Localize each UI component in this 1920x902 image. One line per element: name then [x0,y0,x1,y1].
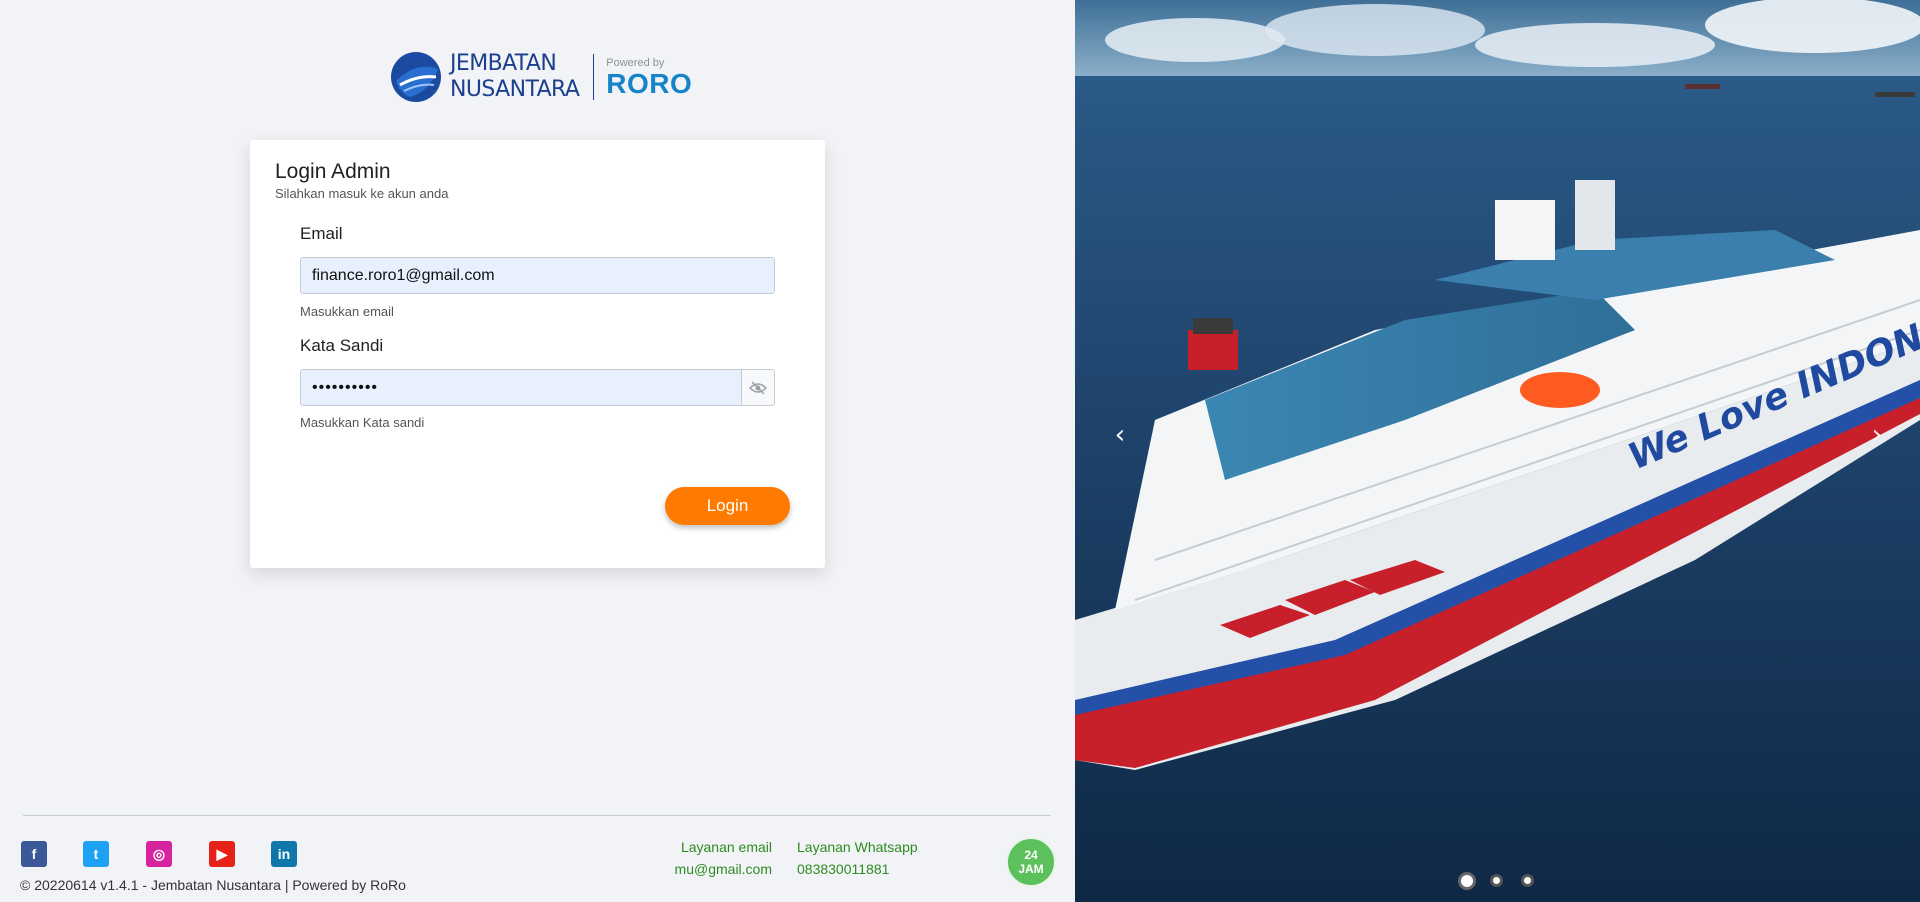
footer-divider [23,815,1051,816]
brand-line-2: NUSANTARA [450,77,580,102]
youtube-glyph: ▶ [216,845,228,862]
carousel-next-button[interactable]: › [1862,420,1892,450]
brand-line-1: JEMBATAN [450,51,557,76]
powered-by: Powered by RORO [606,57,692,98]
login-button[interactable]: Login [665,487,790,525]
whatsapp-service-label: Layanan Whatsapp [797,839,918,855]
login-panel: JEMBATAN NUSANTARA Powered by RORO Login… [0,0,1075,902]
roro-logo: RORO [606,67,693,99]
copyright-text: © 20220614 v1.4.1 - Jembatan Nusantara |… [20,877,406,893]
email-field[interactable]: finance.roro1@gmail.com [300,257,775,294]
facebook-glyph: f [31,846,37,862]
ship-photo: We Love INDONESIA [1075,0,1920,902]
whatsapp-service: Layanan Whatsapp 083830011881 [797,836,918,880]
carousel-prev-button[interactable]: ‹ [1105,420,1135,450]
badge-hours: 24 [1024,848,1038,862]
login-card: Login Admin Silahkan masuk ke akun anda … [250,140,825,568]
facebook-icon[interactable]: f [21,841,47,867]
linkedin-icon[interactable]: in [271,841,297,867]
brand-divider [593,54,595,100]
carousel-indicator-3[interactable] [1521,874,1534,887]
login-subtitle: Silahkan masuk ke akun anda [275,186,449,201]
password-label: Kata Sandi [300,336,384,355]
login-title: Login Admin [275,160,391,183]
email-service-label: Layanan email [680,839,772,855]
twitter-icon[interactable]: t [83,841,109,867]
carousel-indicator-1[interactable] [1458,872,1476,890]
whatsapp-service-link[interactable]: 083830011881 [797,861,889,877]
badge-unit: JAM [1018,862,1044,876]
password-hint: Masukkan Kata sandi [300,415,425,430]
twitter-glyph: t [93,846,99,862]
chevron-left-icon: ‹ [1114,420,1126,450]
instagram-icon[interactable]: ◎ [146,841,172,867]
password-field[interactable]: •••••••••• [300,369,742,406]
brand-name: JEMBATAN NUSANTARA [450,51,580,103]
jembatan-nusantara-logo-icon [391,52,441,102]
email-hint: Masukkan email [300,304,394,319]
brand-logo: JEMBATAN NUSANTARA Powered by RORO [390,50,692,104]
support-24h-badge: 24 JAM [1006,837,1056,887]
email-label: Email [300,224,343,243]
instagram-glyph: ◎ [152,845,166,862]
chevron-right-icon: › [1871,420,1883,450]
email-service: Layanan email mu@gmail.com [668,836,772,880]
email-service-link[interactable]: mu@gmail.com [675,861,772,877]
password-toggle-button[interactable] [742,369,775,406]
youtube-icon[interactable]: ▶ [209,841,235,867]
hero-carousel: We Love INDONESIA ‹ › [1075,0,1920,902]
carousel-indicator-2[interactable] [1490,874,1503,887]
eye-slash-icon [749,380,767,395]
powered-by-label: Powered by [606,56,665,69]
linkedin-glyph: in [277,846,291,862]
